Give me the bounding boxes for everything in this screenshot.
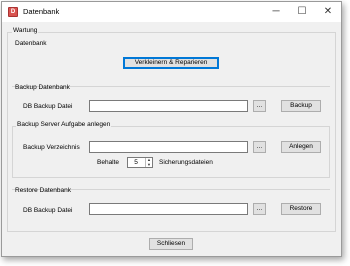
close-window-button[interactable]: ✕: [315, 2, 341, 22]
keep-count-stepper[interactable]: 5 ▲ ▼: [127, 157, 153, 168]
backup-dir-input[interactable]: [89, 141, 248, 153]
datenbank-dialog: D Datenbank ─ ☐ ✕ Wartung Datenbank Verk…: [1, 1, 342, 257]
database-icon: D: [8, 7, 18, 17]
restore-file-label: DB Backup Datei: [23, 207, 73, 214]
backup-dir-browse-button[interactable]: ...: [253, 141, 266, 153]
restore-browse-button[interactable]: ...: [253, 203, 266, 215]
verkleinern-reparieren-button[interactable]: Verkleinern & Reparieren: [123, 57, 219, 69]
stepper-arrows-icon[interactable]: ▲ ▼: [145, 157, 152, 167]
window-title: Datenbank: [23, 7, 60, 16]
anlegen-button[interactable]: Anlegen: [281, 141, 321, 153]
server-task-group-label: Backup Server Aufgabe anlegen: [16, 121, 112, 128]
keep-count-value: 5: [134, 159, 138, 166]
restore-button[interactable]: Restore: [281, 203, 321, 215]
keep-label: Behalte: [97, 159, 120, 166]
minimize-button[interactable]: ─: [263, 2, 289, 22]
restore-file-input[interactable]: [89, 203, 248, 215]
backup-section-label: Backup Datenbank: [15, 84, 70, 91]
datenbank-section-label: Datenbank: [15, 40, 47, 47]
keep-suffix-label: Sicherungsdateien: [159, 159, 213, 166]
backup-dir-label: Backup Verzeichnis: [23, 144, 80, 151]
backup-button[interactable]: Backup: [281, 100, 321, 112]
restore-section-label: Restore Datenbank: [15, 187, 72, 194]
schliesen-button[interactable]: Schliesen: [149, 238, 193, 250]
title-bar[interactable]: D Datenbank ─ ☐ ✕: [2, 2, 341, 22]
backup-file-label: DB Backup Datei: [23, 103, 73, 110]
maximize-button[interactable]: ☐: [289, 2, 315, 22]
backup-browse-button[interactable]: ...: [253, 100, 266, 112]
wartung-group-label: Wartung: [12, 27, 39, 34]
backup-file-input[interactable]: [89, 100, 248, 112]
